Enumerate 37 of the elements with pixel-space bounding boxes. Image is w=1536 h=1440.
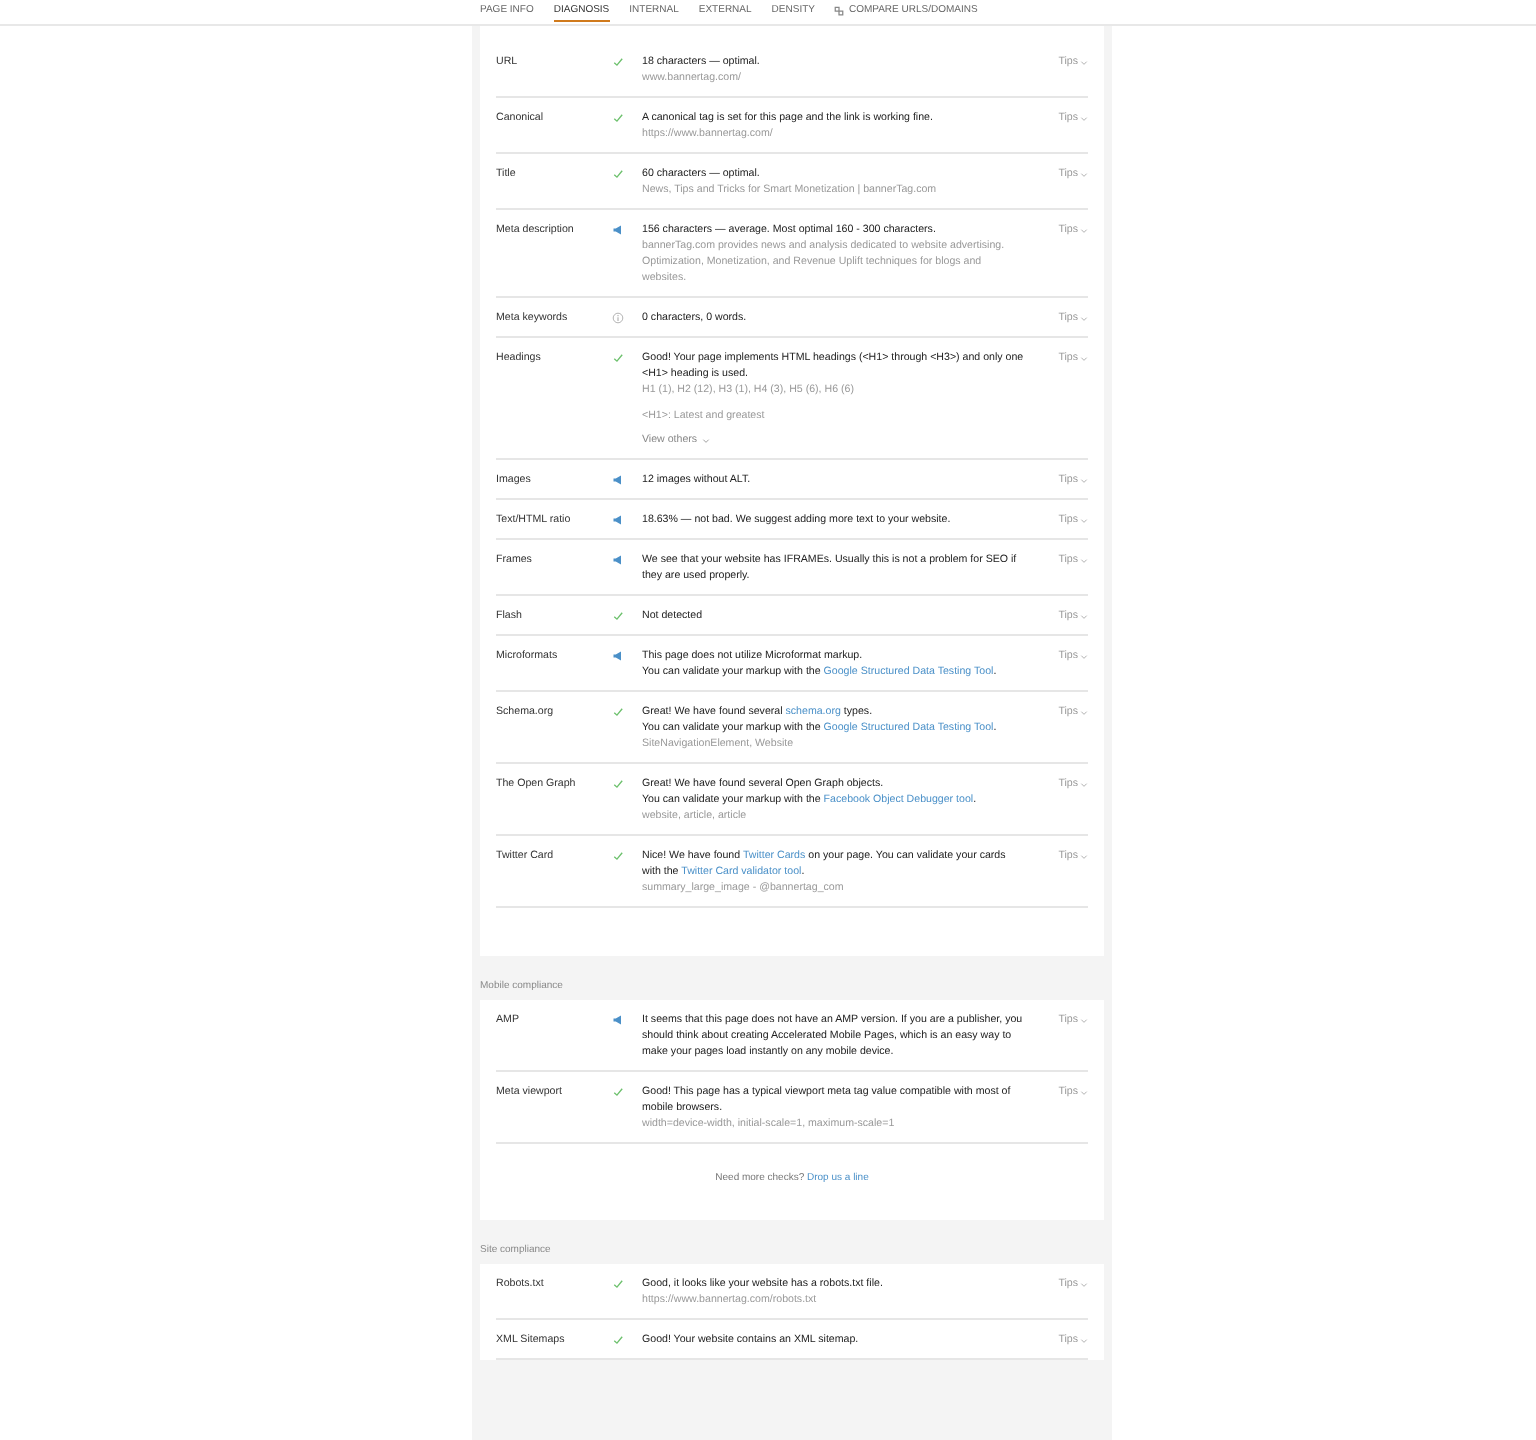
caret-icon (1080, 653, 1088, 659)
caret-icon (1080, 1089, 1088, 1095)
caret-icon (1080, 477, 1088, 483)
megaphone-icon (612, 514, 624, 526)
caret-icon (1080, 517, 1088, 523)
check-icon (612, 850, 624, 862)
caret-icon (1080, 1281, 1088, 1287)
caret-icon (1080, 709, 1088, 715)
check-icon (612, 168, 624, 180)
check-icon (612, 112, 624, 124)
check-icon (612, 56, 624, 68)
caret-icon (1080, 781, 1088, 787)
megaphone-icon (612, 474, 624, 486)
check-icon (612, 610, 624, 622)
check-icon (612, 1086, 624, 1098)
check-icon (612, 1278, 624, 1290)
caret-icon (1080, 115, 1088, 121)
megaphone-icon (612, 554, 624, 566)
caret-icon (1080, 557, 1088, 563)
caret-icon (1080, 1017, 1088, 1023)
caret-icon (1080, 315, 1088, 321)
check-icon (612, 706, 624, 718)
caret-icon (1080, 227, 1088, 233)
check-icon (612, 778, 624, 790)
caret-icon (701, 437, 710, 443)
check-icon (612, 1334, 624, 1346)
check-icon (612, 352, 624, 364)
caret-icon (1080, 853, 1088, 859)
caret-icon (1080, 59, 1088, 65)
megaphone-icon (612, 224, 624, 236)
caret-icon (1080, 171, 1088, 177)
caret-icon (1080, 1337, 1088, 1343)
megaphone-icon (612, 1014, 624, 1026)
megaphone-icon (612, 650, 624, 662)
info-icon (612, 312, 624, 324)
caret-icon (1080, 613, 1088, 619)
caret-icon (1080, 355, 1088, 361)
